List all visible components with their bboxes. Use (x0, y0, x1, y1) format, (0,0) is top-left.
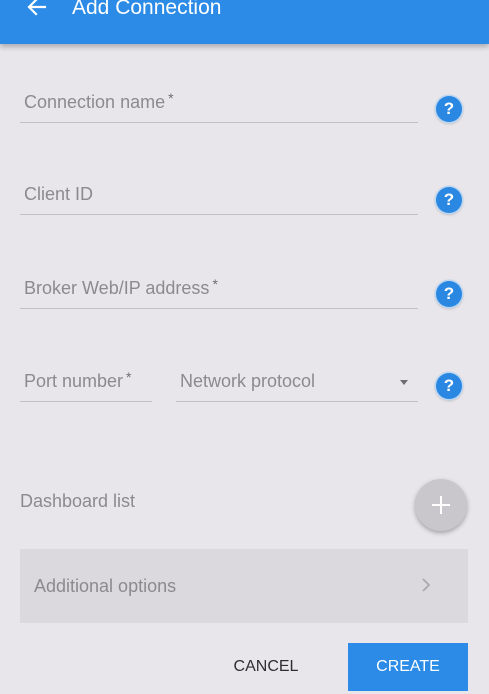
dropdown-arrow-icon (400, 380, 408, 385)
chevron-right-icon (422, 578, 431, 592)
network-protocol-select[interactable]: Network protocol (176, 362, 418, 402)
broker-address-field[interactable]: Broker Web/IP address * (20, 269, 418, 309)
create-button[interactable]: CREATE (348, 643, 468, 691)
broker-address-underline (20, 308, 418, 309)
client-id-help-icon[interactable]: ? (436, 187, 462, 213)
client-id-underline (20, 214, 418, 215)
port-protocol-help-icon[interactable]: ? (436, 373, 462, 399)
client-id-label: Client ID (24, 184, 94, 204)
connection-name-underline (20, 122, 418, 123)
app-bar: Add Connection (0, 0, 489, 44)
plus-icon-stroke (440, 496, 442, 514)
port-number-underline (20, 401, 152, 402)
connection-name-help-icon[interactable]: ? (436, 96, 462, 122)
dashboard-list-label: Dashboard list (20, 491, 136, 511)
cancel-button[interactable]: CANCEL (206, 643, 326, 691)
page-title: Add Connection (72, 0, 222, 19)
broker-address-label: Broker Web/IP address * (24, 276, 218, 298)
port-number-field[interactable]: Port number * (20, 362, 152, 402)
network-protocol-underline (176, 401, 418, 402)
network-protocol-label: Network protocol (180, 371, 316, 391)
broker-address-help-icon[interactable]: ? (436, 281, 462, 307)
additional-options-row[interactable]: Additional options (20, 549, 468, 623)
additional-options-label: Additional options (34, 576, 177, 596)
connection-name-field[interactable]: Connection name * (20, 83, 418, 123)
add-dashboard-button[interactable] (415, 479, 467, 531)
connection-name-label: Connection name * (24, 90, 174, 112)
arrow-left-icon[interactable] (24, 0, 50, 20)
port-number-label: Port number * (24, 369, 132, 391)
client-id-field[interactable]: Client ID (20, 175, 418, 215)
add-connection-screen: Add Connection Connection name * ? Client… (0, 0, 489, 694)
